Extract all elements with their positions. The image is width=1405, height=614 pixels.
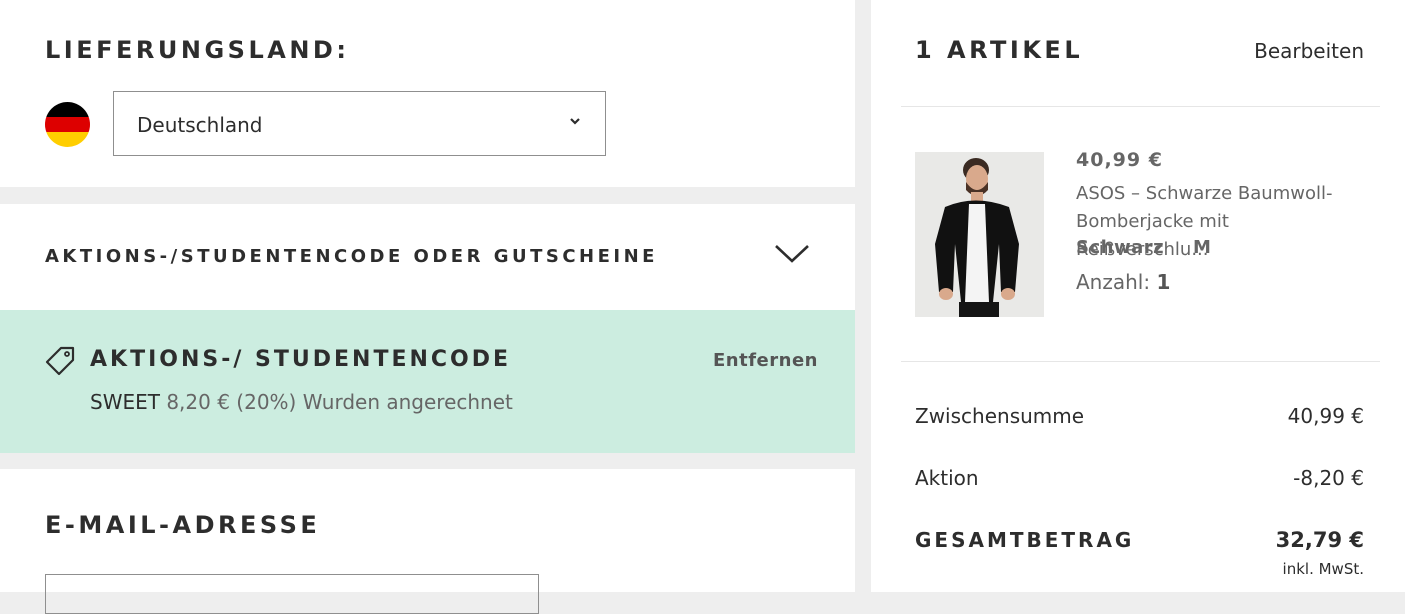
edit-link[interactable]: Bearbeiten bbox=[1254, 39, 1364, 63]
product-size: M bbox=[1193, 237, 1211, 258]
discount-label: Aktion bbox=[915, 466, 979, 490]
email-input[interactable] bbox=[45, 574, 539, 614]
delivery-country-section: LIEFERUNGSLAND: Deutschland bbox=[0, 0, 855, 187]
total-value: 32,79 € bbox=[1275, 528, 1364, 552]
subtotal-value: 40,99 € bbox=[1287, 404, 1364, 428]
subtotal-label: Zwischensumme bbox=[915, 404, 1085, 428]
quantity-label: Anzahl: bbox=[1076, 270, 1151, 294]
tag-icon bbox=[45, 346, 75, 376]
chevron-down-icon[interactable] bbox=[774, 243, 810, 265]
promo-code-accordion[interactable]: AKTIONS-/STUDENTENCODE ODER GUTSCHEINE bbox=[0, 204, 855, 310]
vat-note: inkl. MwSt. bbox=[1282, 560, 1364, 578]
product-price: 40,99 € bbox=[1076, 149, 1163, 171]
applied-promo-title: AKTIONS-/ STUDENTENCODE bbox=[90, 347, 512, 372]
delivery-country-title: LIEFERUNGSLAND: bbox=[45, 36, 350, 64]
product-image[interactable] bbox=[915, 152, 1044, 317]
applied-promo-banner bbox=[0, 310, 855, 453]
items-count-title: 1 ARTIKEL bbox=[915, 36, 1084, 64]
product-color: Schwarz bbox=[1076, 237, 1165, 258]
divider bbox=[901, 106, 1380, 107]
discount-value: -8,20 € bbox=[1293, 466, 1364, 490]
germany-flag-icon bbox=[45, 102, 90, 147]
quantity-value: 1 bbox=[1156, 270, 1171, 294]
promo-code-value: SWEET bbox=[90, 390, 160, 414]
promo-discount-text: 8,20 € (20%) Wurden angerechnet bbox=[159, 390, 513, 414]
country-select-value: Deutschland bbox=[137, 113, 263, 137]
divider bbox=[901, 361, 1380, 362]
email-title: E-MAIL-ADRESSE bbox=[45, 511, 321, 539]
email-section: E-MAIL-ADRESSE bbox=[0, 469, 855, 614]
remove-promo-link[interactable]: Entfernen bbox=[713, 350, 818, 371]
promo-accordion-title: AKTIONS-/STUDENTENCODE ODER GUTSCHEINE bbox=[45, 246, 658, 267]
chevron-down-icon bbox=[570, 118, 580, 125]
applied-promo-details: SWEET 8,20 € (20%) Wurden angerechnet bbox=[90, 390, 513, 414]
order-summary: 1 ARTIKEL Bearbeiten 40,99 € ASOS – Schw… bbox=[871, 0, 1405, 592]
product-quantity: Anzahl: 1 bbox=[1076, 270, 1170, 294]
total-label: GESAMTBETRAG bbox=[915, 528, 1135, 552]
country-select[interactable]: Deutschland bbox=[113, 91, 606, 156]
